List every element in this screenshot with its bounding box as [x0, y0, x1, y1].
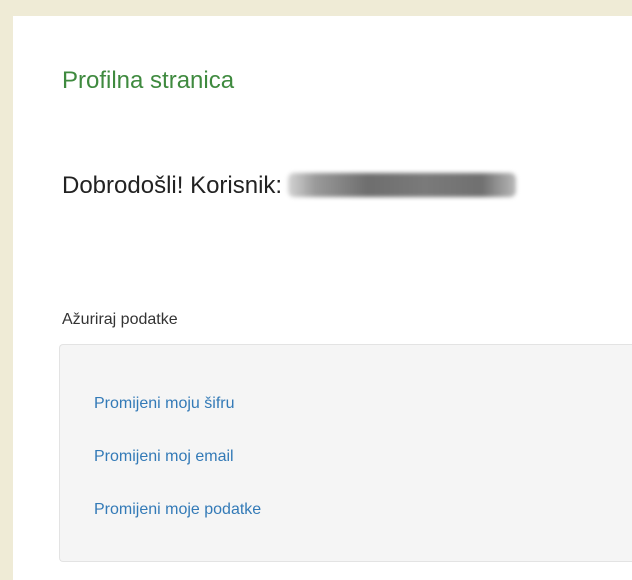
update-links-well: Promijeni moju šifru Promijeni moj email… [59, 344, 632, 562]
list-item: Promijeni moj email [94, 448, 234, 466]
welcome-message: Dobrodošli! Korisnik: [62, 172, 517, 200]
welcome-text: Dobrodošli! Korisnik: [62, 172, 283, 199]
list-item: Promijeni moju šifru [94, 395, 234, 413]
change-password-link[interactable]: Promijeni moju šifru [94, 395, 234, 412]
redacted-username [288, 173, 517, 197]
update-data-label: Ažuriraj podatke [62, 311, 178, 328]
change-email-link[interactable]: Promijeni moj email [94, 448, 234, 465]
profile-panel: Profilna stranica Dobrodošli! Korisnik: … [13, 16, 632, 580]
list-item: Promijeni moje podatke [94, 501, 261, 519]
change-details-link[interactable]: Promijeni moje podatke [94, 501, 261, 518]
page-title: Profilna stranica [62, 67, 235, 94]
